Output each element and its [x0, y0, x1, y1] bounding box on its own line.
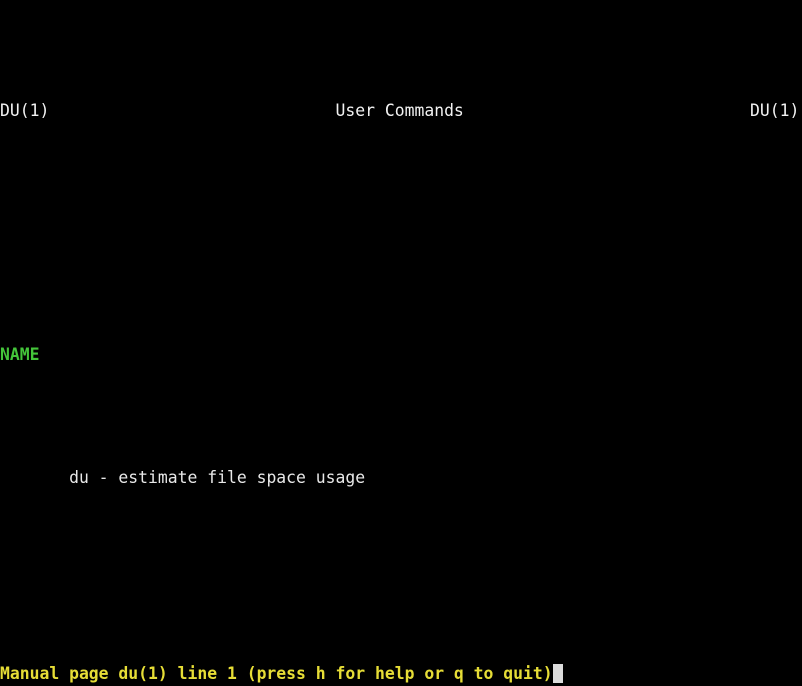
- pager-status-bar[interactable]: Manual page du(1) line 1 (press h for he…: [0, 662, 802, 686]
- man-page-content: DU(1) User Commands DU(1) NAME du - esti…: [0, 1, 802, 686]
- man-header-line: DU(1) User Commands DU(1): [0, 99, 802, 123]
- man-header-right: DU(1): [749, 100, 800, 120]
- pager-status-text: Manual page du(1) line 1 (press h for he…: [0, 664, 553, 683]
- name-body-text: du - estimate file space usage: [69, 467, 366, 487]
- terminal-window[interactable]: DU(1) User Commands DU(1) NAME du - esti…: [0, 0, 802, 686]
- man-header-left-pad: [49, 101, 335, 120]
- man-header-left: DU(1): [0, 100, 50, 120]
- man-header-center: User Commands: [335, 100, 464, 120]
- heading-name-text: NAME: [0, 345, 40, 365]
- text-cursor: [552, 664, 563, 683]
- name-body-line: du - estimate file space usage: [0, 466, 802, 490]
- man-header-right-pad: [464, 101, 750, 120]
- section-heading-name: NAME: [0, 343, 802, 367]
